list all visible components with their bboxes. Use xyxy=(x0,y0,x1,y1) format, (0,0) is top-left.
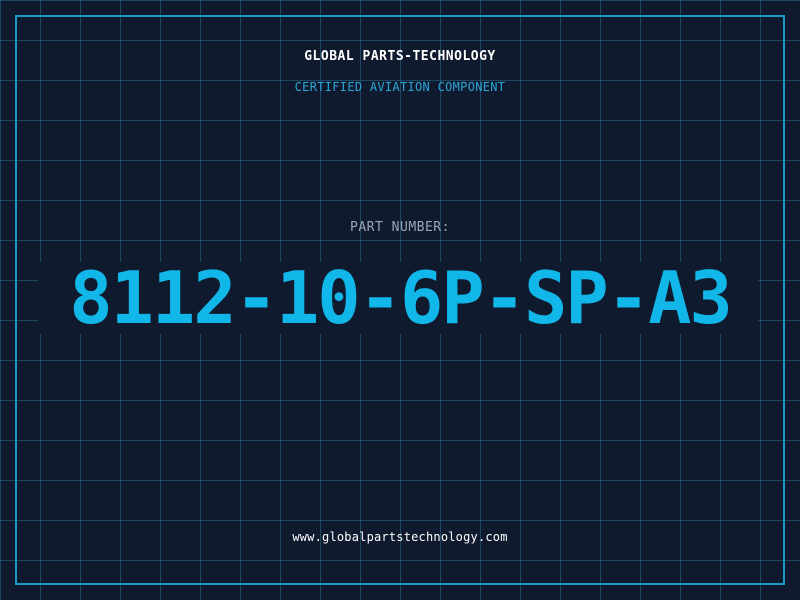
company-name: GLOBAL PARTS-TECHNOLOGY xyxy=(304,49,496,64)
certification-tagline: CERTIFIED AVIATION COMPONENT xyxy=(294,80,506,94)
part-number-label: PART NUMBER: xyxy=(350,220,450,235)
part-label-card: GLOBAL PARTS-TECHNOLOGY CERTIFIED AVIATI… xyxy=(0,0,800,600)
part-number-value: 8112-10-6P-SP-A3 xyxy=(69,256,733,340)
website-url: www.globalpartstechnology.com xyxy=(292,530,508,544)
